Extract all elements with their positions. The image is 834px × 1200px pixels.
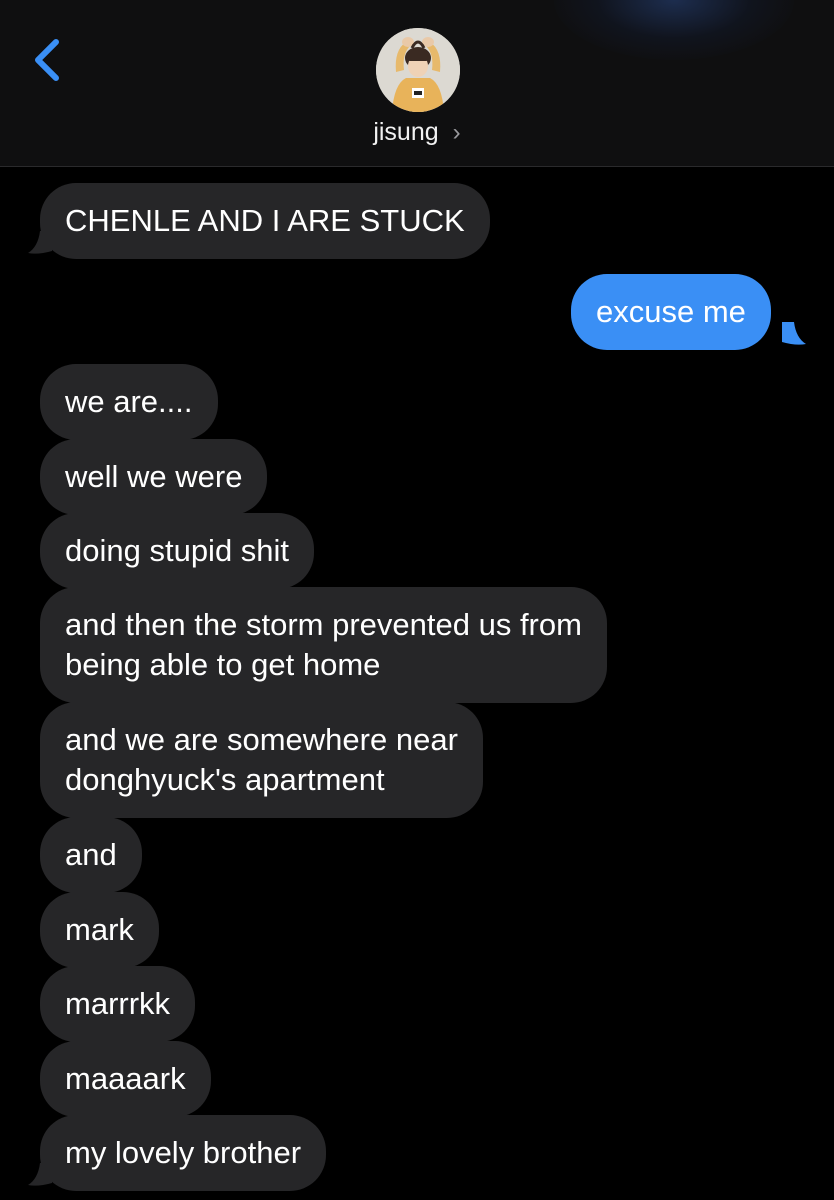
back-button[interactable]	[26, 36, 70, 84]
messages-screen: jisung › CHENLE AND I ARE STUCK excuse me…	[0, 0, 834, 1200]
message-bubble-received[interactable]: we are....	[40, 364, 218, 440]
message-text: excuse me	[596, 294, 746, 329]
message-bubble-received[interactable]: mark	[40, 892, 159, 968]
message-text: well we were	[65, 459, 243, 494]
message-text: maaaark	[65, 1061, 186, 1096]
message-text-line: donghyuck's apartment	[65, 762, 385, 797]
chevron-right-icon: ›	[452, 119, 461, 146]
message-bubble-received[interactable]: and we are somewhere near donghyuck's ap…	[40, 702, 483, 818]
message-text: and	[65, 837, 117, 872]
contact-name-button[interactable]: jisung ›	[0, 116, 834, 149]
chevron-left-icon	[35, 39, 59, 81]
bubble-tail	[28, 1163, 52, 1186]
message-bubble-received[interactable]: CHENLE AND I ARE STUCK	[40, 183, 490, 259]
message-bubble-received[interactable]: my lovely brother	[40, 1115, 327, 1191]
contact-name: jisung	[373, 118, 439, 146]
message-bubble-received[interactable]: and then the storm prevented us from bei…	[40, 587, 607, 703]
conversation-header: jisung ›	[0, 0, 834, 167]
header-glow	[554, 0, 794, 60]
message-text-line: and we are somewhere near	[65, 722, 458, 757]
message-text-line: being able to get home	[65, 647, 381, 682]
message-text: CHENLE AND I ARE STUCK	[65, 203, 465, 238]
message-text: marrrkk	[65, 986, 171, 1021]
message-text: mark	[65, 912, 134, 947]
contact-avatar[interactable]	[376, 28, 460, 112]
message-text: we are....	[65, 384, 193, 419]
message-bubble-received[interactable]: maaaark	[40, 1041, 211, 1117]
message-bubble-received[interactable]: and	[40, 817, 142, 893]
message-bubble-received[interactable]: marrrkk	[40, 966, 196, 1042]
message-bubble-received[interactable]: doing stupid shit	[40, 513, 315, 589]
message-text: my lovely brother	[65, 1135, 302, 1170]
message-bubble-sent[interactable]: excuse me	[571, 274, 771, 350]
message-bubble-received[interactable]: well we were	[40, 439, 268, 515]
avatar-image	[376, 28, 460, 112]
bubble-tail	[782, 322, 806, 345]
bubble-tail	[28, 231, 52, 254]
message-text: doing stupid shit	[65, 533, 290, 568]
message-text-line: and then the storm prevented us from	[65, 607, 582, 642]
